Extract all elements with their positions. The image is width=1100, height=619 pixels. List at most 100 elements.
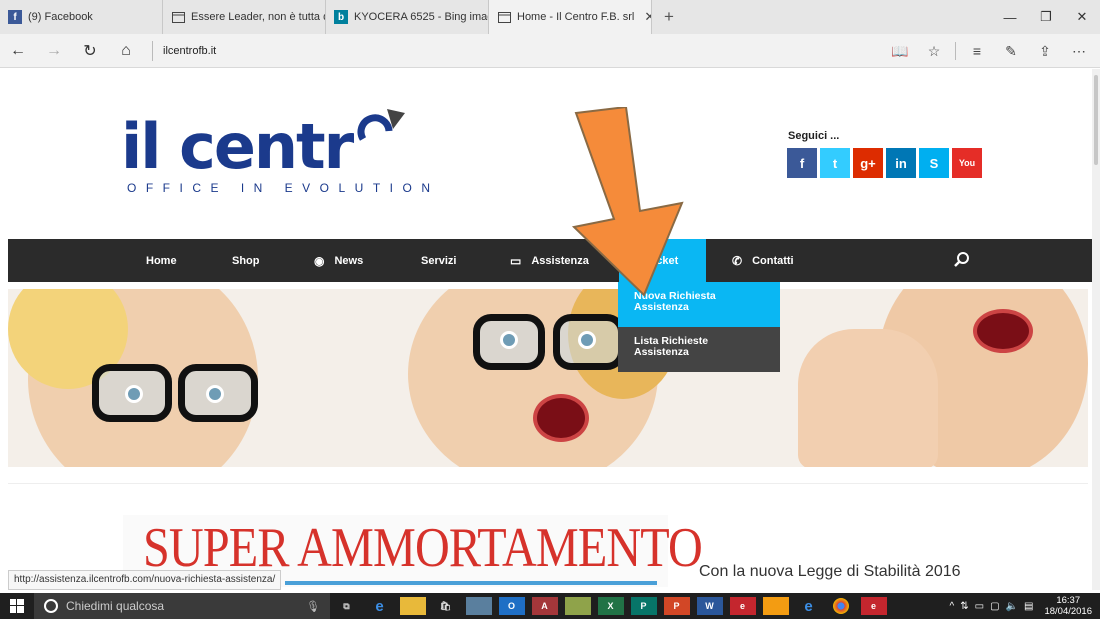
toolbar-right: 📖 ☆ ≡ ✎ ⇪ ⋯: [883, 34, 1096, 68]
volume-icon[interactable]: 🔈: [1006, 601, 1018, 612]
windows-taskbar: Chiedimi qualcosa 🎙 ⧉ e 🛍 O A X P P W e …: [0, 593, 1100, 619]
internet-explorer-icon[interactable]: e: [796, 597, 822, 615]
promo-underline: [285, 581, 657, 585]
tab-label: Home - Il Centro F.B. srl: [517, 11, 635, 23]
search-icon[interactable]: [953, 251, 971, 269]
tab-home-ilcentro[interactable]: Home - Il Centro F.B. srl ✕: [489, 0, 652, 34]
annotation-arrow-icon: [571, 107, 684, 297]
cortana-icon: [44, 599, 58, 613]
microphone-icon[interactable]: 🎙: [306, 600, 320, 613]
page-scrollbar[interactable]: [1092, 69, 1100, 590]
eye: [500, 331, 518, 349]
toolbar-divider: [955, 42, 956, 60]
windows-icon: [10, 599, 24, 613]
restore-button[interactable]: ❐: [1028, 0, 1064, 34]
app-icon[interactable]: [564, 597, 591, 615]
notification-icon[interactable]: ▤: [1024, 601, 1033, 612]
access-icon[interactable]: A: [531, 597, 558, 615]
tab-label: KYOCERA 6525 - Bing image: [354, 11, 489, 23]
hands: [798, 329, 938, 467]
eye: [578, 331, 596, 349]
status-url-tooltip: http://assistenza.ilcentrofb.com/nuova-r…: [8, 570, 282, 590]
close-tab-icon[interactable]: ✕: [644, 9, 651, 25]
back-button[interactable]: ←: [0, 42, 36, 60]
monitor-icon: ▭: [510, 253, 522, 268]
more-icon[interactable]: ⋯: [1062, 43, 1096, 60]
scrollbar-thumb[interactable]: [1094, 75, 1098, 165]
social-title: Seguici ...: [788, 130, 840, 142]
tab-label: Essere Leader, non è tutta qu: [191, 11, 326, 23]
tab-essere-leader[interactable]: Essere Leader, non è tutta qu: [163, 0, 326, 34]
tab-facebook[interactable]: f (9) Facebook: [0, 0, 163, 34]
mouth: [973, 309, 1033, 353]
chevron-up-icon[interactable]: ^: [950, 601, 955, 612]
file-explorer-icon[interactable]: [399, 597, 426, 615]
hub-icon[interactable]: ≡: [960, 43, 994, 59]
bing-icon: b: [334, 10, 348, 24]
menu-shop[interactable]: Shop: [232, 239, 260, 282]
publisher-icon[interactable]: P: [630, 597, 657, 615]
menu-label: Servizi: [421, 254, 457, 267]
battery-icon[interactable]: ▭: [975, 601, 984, 612]
site-logo[interactable]: il centr OFFICE IN EVOLUTION: [117, 107, 430, 203]
forward-button[interactable]: →: [36, 42, 72, 60]
system-tray: ^ ⇅ ▭ ▢ 🔈 ▤ 16:37 18/04/2016: [947, 593, 1092, 619]
web-note-icon[interactable]: ✎: [994, 43, 1028, 60]
menu-label: Shop: [232, 254, 260, 267]
app-icon[interactable]: [465, 597, 492, 615]
facebook-icon[interactable]: f: [787, 148, 817, 178]
window-controls: — ❐ ✕: [992, 0, 1100, 34]
edge-icon[interactable]: e: [367, 597, 393, 615]
eye: [125, 385, 143, 403]
app-icon[interactable]: [762, 597, 789, 615]
menu-contatti[interactable]: ✆ Contatti: [732, 239, 794, 282]
tab-label: (9) Facebook: [28, 11, 93, 23]
social-links: f t g+ in S You: [787, 148, 982, 178]
excel-icon[interactable]: X: [597, 597, 624, 615]
menu-label: Contatti: [752, 254, 794, 267]
page-icon: [497, 10, 511, 24]
refresh-button[interactable]: ↻: [72, 41, 108, 61]
cortana-search-box[interactable]: Chiedimi qualcosa 🎙: [34, 593, 330, 619]
word-icon[interactable]: W: [696, 597, 723, 615]
tab-bing[interactable]: b KYOCERA 6525 - Bing image: [326, 0, 489, 34]
address-bar[interactable]: ilcentrofb.it: [152, 40, 217, 61]
menu-label: Home: [146, 254, 177, 267]
network-icon[interactable]: ⇅: [960, 601, 968, 612]
outlook-icon[interactable]: O: [498, 597, 525, 615]
logo-text: il centr: [121, 110, 354, 183]
menu-home[interactable]: Home: [146, 239, 177, 282]
facebook-icon: f: [8, 10, 22, 24]
youtube-icon[interactable]: You: [952, 148, 982, 178]
page-icon: [171, 10, 185, 24]
skype-icon[interactable]: S: [919, 148, 949, 178]
google-plus-icon[interactable]: g+: [853, 148, 883, 178]
web-page: il centr OFFICE IN EVOLUTION Seguici ...…: [0, 69, 1100, 590]
menu-servizi[interactable]: Servizi: [421, 239, 456, 282]
share-icon[interactable]: ⇪: [1028, 43, 1062, 60]
new-tab-button[interactable]: +: [652, 0, 686, 34]
app-icon[interactable]: e: [860, 597, 887, 615]
start-button[interactable]: [0, 593, 34, 619]
close-window-button[interactable]: ✕: [1064, 0, 1100, 34]
linkedin-icon[interactable]: in: [886, 148, 916, 178]
favorite-star-icon[interactable]: ☆: [917, 43, 951, 60]
store-icon[interactable]: 🛍: [433, 597, 459, 615]
taskbar-apps: ⧉ e 🛍 O A X P P W e e e: [330, 597, 890, 615]
logo-tagline: OFFICE IN EVOLUTION: [127, 181, 440, 195]
chrome-icon[interactable]: [833, 598, 849, 614]
task-view-icon[interactable]: ⧉: [334, 597, 360, 615]
display-icon[interactable]: ▢: [990, 601, 999, 612]
logo-mark-icon: [357, 109, 405, 141]
address-text: ilcentrofb.it: [163, 44, 217, 57]
menu-label: News: [334, 254, 364, 267]
menu-news[interactable]: ◉ News: [314, 239, 363, 282]
taskbar-clock[interactable]: 16:37 18/04/2016: [1044, 595, 1092, 617]
dropdown-lista-richieste[interactable]: Lista Richieste Assistenza: [618, 327, 780, 372]
app-icon[interactable]: e: [729, 597, 756, 615]
minimize-button[interactable]: —: [992, 0, 1028, 34]
twitter-icon[interactable]: t: [820, 148, 850, 178]
reading-view-icon[interactable]: 📖: [883, 43, 917, 60]
home-button[interactable]: ⌂: [108, 42, 144, 60]
powerpoint-icon[interactable]: P: [663, 597, 690, 615]
